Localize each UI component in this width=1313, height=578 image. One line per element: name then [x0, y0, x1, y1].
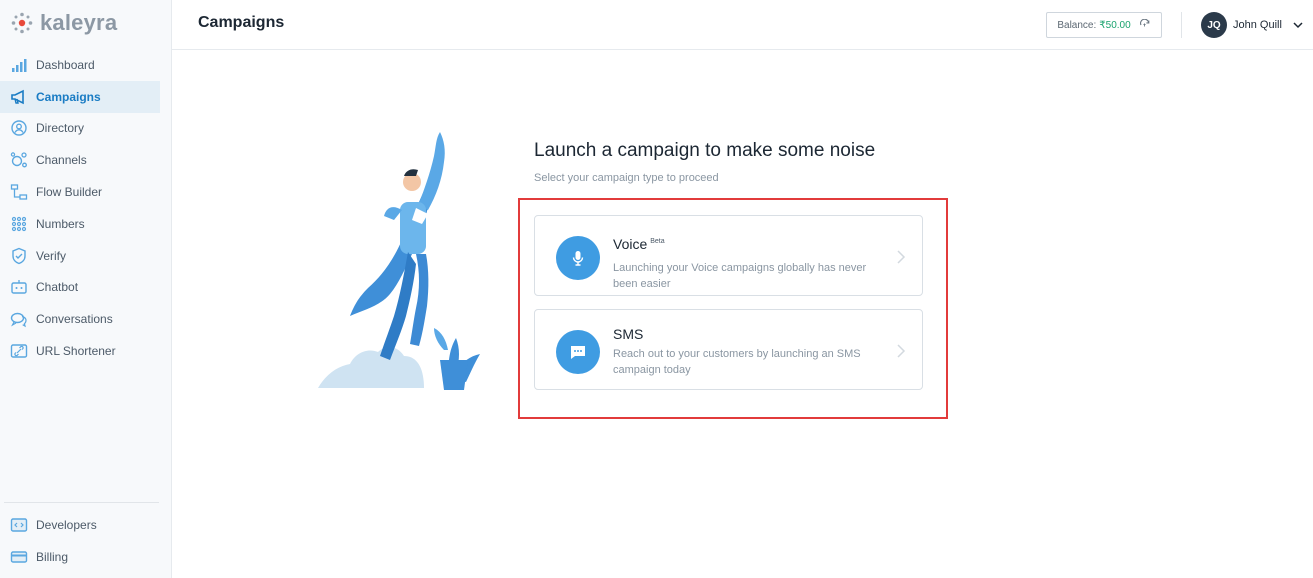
voice-campaign-card[interactable]: Voice Beta Launching your Voice campaigns… [534, 215, 923, 296]
bar-chart-icon [10, 56, 28, 74]
refresh-icon [1139, 19, 1150, 27]
sidebar-item-label: Verify [36, 248, 67, 263]
chevron-right-icon [897, 250, 906, 264]
avatar: JQ [1201, 12, 1227, 38]
superhero-illustration [318, 132, 480, 390]
chat-bubbles-icon [10, 310, 28, 328]
sidebar-item-label: Developers [36, 517, 97, 532]
sidebar-item-developers[interactable]: Developers [0, 509, 160, 541]
message-icon [571, 346, 585, 359]
sms-icon-circle [556, 330, 600, 374]
sidebar-item-label: Campaigns [36, 89, 101, 104]
sidebar-item-dashboard[interactable]: Dashboard [0, 49, 160, 81]
sidebar-nav: Dashboard Campaigns Directory Channels F… [0, 49, 172, 367]
voice-card-title: Voice Beta [613, 236, 665, 252]
card-icon [10, 548, 28, 566]
sidebar-item-label: URL Shortener [36, 344, 116, 359]
voice-card-description: Launching your Voice campaigns globally … [613, 262, 867, 290]
campaign-subline: Select your campaign type to proceed [534, 172, 719, 184]
header-divider [1181, 12, 1182, 38]
balance-button[interactable]: Balance: ₹50.00 [1046, 12, 1162, 38]
kaleyra-logo-icon [11, 12, 33, 34]
sidebar-divider [4, 502, 159, 503]
sms-campaign-card[interactable]: SMS Reach out to your customers by launc… [534, 309, 923, 390]
sidebar-item-label: Channels [36, 153, 87, 168]
sidebar-item-label: Flow Builder [36, 185, 103, 200]
sidebar: kaleyra Dashboard Campaigns Directory Ch… [0, 0, 172, 578]
contact-icon [10, 119, 28, 137]
dialpad-icon [10, 215, 28, 233]
kaleyra-logo[interactable]: kaleyra [10, 10, 117, 36]
flow-icon [10, 183, 28, 201]
code-icon [10, 516, 28, 534]
microphone-icon [572, 251, 584, 266]
voice-title: Voice [613, 236, 648, 252]
sidebar-item-label: Directory [36, 121, 85, 136]
sidebar-item-channels[interactable]: Channels [0, 144, 160, 176]
channels-icon [10, 151, 28, 169]
sidebar-item-conversations[interactable]: Conversations [0, 303, 160, 335]
page-title: Campaigns [198, 14, 285, 31]
user-menu[interactable]: JQ John Quill [1201, 12, 1304, 38]
shield-icon [10, 247, 28, 265]
sidebar-item-billing[interactable]: Billing [0, 541, 160, 573]
sidebar-item-label: Numbers [36, 216, 85, 231]
link-icon [10, 342, 28, 360]
sidebar-item-campaigns[interactable]: Campaigns [0, 80, 160, 113]
balance-amount: ₹50.00 [1099, 19, 1131, 31]
sidebar-item-label: Chatbot [36, 280, 79, 295]
megaphone-icon [10, 88, 28, 106]
sidebar-item-verify[interactable]: Verify [0, 240, 160, 272]
chevron-right-icon [897, 344, 906, 358]
bot-icon [10, 278, 28, 296]
campaign-headline: Launch a campaign to make some noise [534, 140, 876, 161]
user-name: John Quill [1233, 19, 1282, 31]
beta-badge: Beta [650, 238, 665, 246]
sidebar-item-directory[interactable]: Directory [0, 113, 160, 145]
sidebar-item-numbers[interactable]: Numbers [0, 208, 160, 240]
sms-card-description: Reach out to your customers by launching… [613, 348, 861, 376]
voice-icon-circle [556, 236, 600, 280]
balance-label: Balance: [1057, 19, 1097, 31]
sidebar-bottom-nav: Developers Billing [0, 509, 172, 573]
sidebar-item-label: Billing [36, 549, 69, 564]
chevron-down-icon [1293, 22, 1303, 29]
sidebar-item-chatbot[interactable]: Chatbot [0, 272, 160, 304]
sidebar-item-label: Dashboard [36, 57, 95, 72]
top-header: Campaigns Balance: ₹50.00 JQ John Quill [172, 0, 1313, 50]
brand-name: kaleyra [40, 10, 118, 35]
sms-title: SMS [613, 326, 644, 342]
sidebar-item-flow-builder[interactable]: Flow Builder [0, 176, 160, 208]
sidebar-item-label: Conversations [36, 312, 113, 327]
sidebar-item-url-shortener[interactable]: URL Shortener [0, 335, 160, 367]
